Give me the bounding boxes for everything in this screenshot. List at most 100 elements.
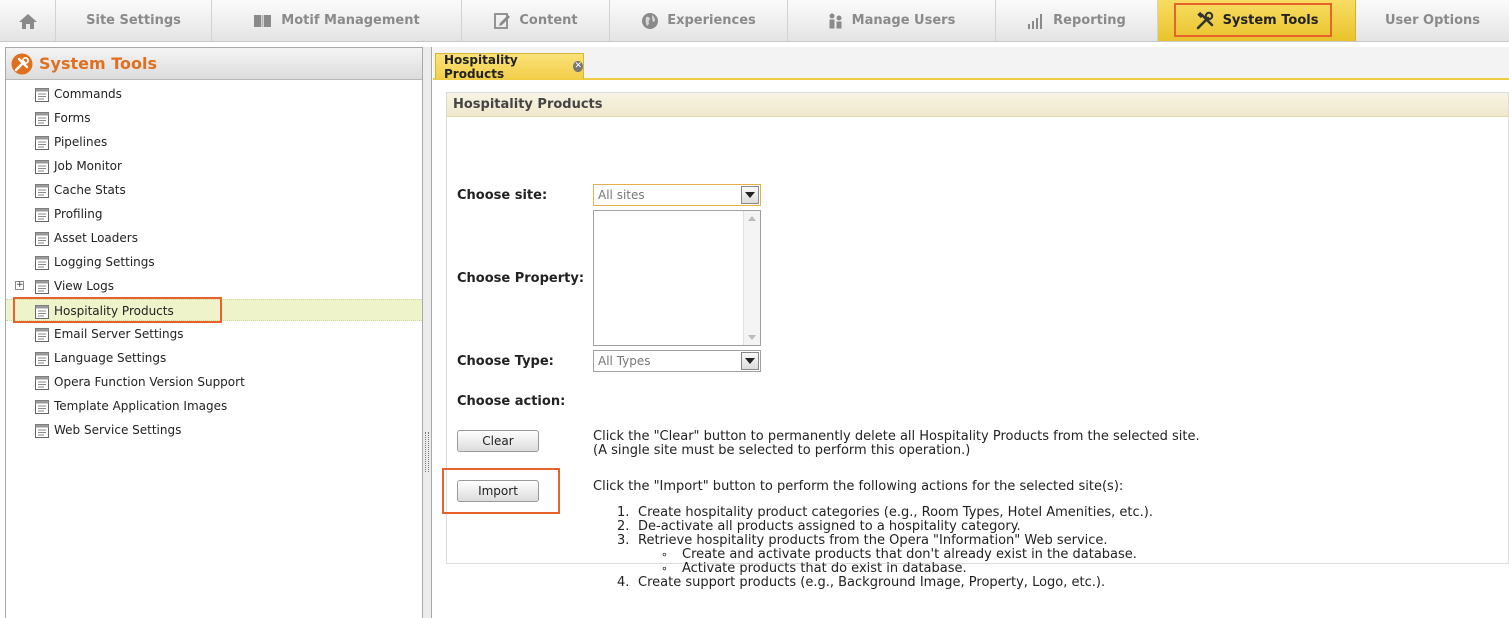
action-label: Choose action:	[457, 394, 566, 409]
document-icon	[34, 279, 50, 298]
nav-content[interactable]: Content	[462, 0, 610, 41]
nav-home[interactable]	[0, 0, 56, 41]
step-text: De-activate all products assigned to a h…	[638, 519, 1021, 534]
document-icon	[34, 183, 50, 202]
site-select-value: All sites	[598, 188, 645, 202]
sidebar-item-label: Job Monitor	[54, 159, 122, 173]
sidebar-item-language-settings[interactable]: Language Settings	[6, 347, 422, 369]
nav-label: Experiences	[667, 13, 756, 28]
tab-label: Hospitality Products	[444, 52, 518, 81]
nav-label: Content	[519, 13, 578, 28]
chevron-down-icon[interactable]	[741, 186, 759, 204]
document-icon	[34, 231, 50, 250]
chevron-down-icon[interactable]	[741, 352, 759, 370]
edit-icon	[494, 12, 511, 29]
document-icon	[34, 351, 50, 370]
nav-label: Site Settings	[86, 13, 181, 28]
step-number: 4.	[617, 575, 630, 590]
sidebar-item-profiling[interactable]: Profiling	[6, 203, 422, 225]
site-label: Choose site:	[457, 188, 548, 203]
property-listbox[interactable]	[593, 210, 761, 346]
top-navigation: Site Settings Motif Management Content E…	[0, 0, 1509, 42]
sidebar-item-asset-loaders[interactable]: Asset Loaders	[6, 227, 422, 249]
document-icon	[34, 159, 50, 178]
step-number: 3.	[617, 533, 630, 548]
site-select[interactable]: All sites	[593, 184, 761, 206]
document-icon	[34, 135, 50, 154]
sidebar-item-web-service-settings[interactable]: Web Service Settings	[6, 419, 422, 441]
sidebar-item-label: Opera Function Version Support	[54, 375, 245, 389]
sidebar-title: System Tools	[39, 54, 157, 73]
nav-label: User Options	[1385, 13, 1480, 28]
sidebar-item-commands[interactable]: Commands	[6, 83, 422, 105]
expand-icon[interactable]: +	[15, 281, 24, 290]
step-text: Activate products that do exist in datab…	[682, 561, 967, 576]
sidebar-panel: System Tools Commands Forms Pipelines Job M…	[5, 47, 423, 618]
sidebar-item-label: Email Server Settings	[54, 327, 184, 341]
step-number: ∘	[661, 548, 668, 561]
nav-user-options[interactable]: User Options	[1356, 0, 1509, 41]
type-label: Choose Type:	[457, 354, 554, 369]
step-number: 1.	[617, 505, 630, 520]
import-button[interactable]: Import	[457, 480, 539, 502]
listbox-scrollbar[interactable]	[743, 211, 760, 345]
globe-icon	[642, 12, 659, 29]
step-text: Create and activate products that don't …	[682, 547, 1137, 562]
document-icon	[34, 111, 50, 130]
property-label: Choose Property:	[457, 271, 585, 286]
document-icon	[34, 207, 50, 226]
nav-reporting[interactable]: Reporting	[996, 0, 1158, 41]
sidebar-tree: Commands Forms Pipelines Job Monitor Cache S…	[6, 81, 422, 501]
sidebar-item-opera-function-version-support[interactable]: Opera Function Version Support	[6, 371, 422, 393]
sidebar-item-label: Logging Settings	[54, 255, 155, 269]
sidebar-item-forms[interactable]: Forms	[6, 107, 422, 129]
step-item: 1. Create hospitality product categories …	[617, 506, 1317, 520]
import-steps-list: 1. Create hospitality product categories …	[617, 506, 1317, 590]
sidebar-item-template-application-images[interactable]: Template Application Images	[6, 395, 422, 417]
nav-site-settings[interactable]: Site Settings	[56, 0, 212, 41]
step-number: 2.	[617, 519, 630, 534]
nav-experiences[interactable]: Experiences	[610, 0, 788, 41]
sidebar-item-label: Pipelines	[54, 135, 108, 149]
sub-step-item: ∘ Create and activate products that don't…	[617, 548, 1317, 562]
sidebar-item-label: Profiling	[54, 207, 103, 221]
document-icon	[34, 375, 50, 394]
clear-button[interactable]: Clear	[457, 430, 539, 452]
sidebar-item-cache-stats[interactable]: Cache Stats	[6, 179, 422, 201]
sidebar-item-email-server-settings[interactable]: Email Server Settings	[6, 323, 422, 345]
import-description: Click the "Import" button to perform the…	[593, 479, 1124, 494]
sidebar-item-label: Asset Loaders	[54, 231, 138, 245]
section-title: Hospitality Products	[447, 93, 1508, 117]
nav-motif-management[interactable]: Motif Management	[212, 0, 462, 41]
sidebar-item-view-logs[interactable]: + View Logs	[6, 275, 422, 297]
selected-item-highlight	[13, 297, 222, 323]
sidebar-item-label: Cache Stats	[54, 183, 126, 197]
type-select[interactable]: All Types	[593, 350, 761, 372]
document-icon	[34, 423, 50, 442]
splitter-grip[interactable]	[425, 432, 429, 472]
close-icon[interactable]: ✕	[573, 61, 583, 72]
sidebar-item-pipelines[interactable]: Pipelines	[6, 131, 422, 153]
tab-hospitality-products[interactable]: Hospitality Products ✕	[435, 52, 584, 81]
scroll-down-icon[interactable]	[748, 335, 756, 340]
sidebar-item-job-monitor[interactable]: Job Monitor	[6, 155, 422, 177]
users-icon	[829, 13, 842, 28]
document-icon	[34, 327, 50, 346]
scroll-up-icon[interactable]	[748, 216, 756, 221]
bar-chart-icon	[1028, 13, 1043, 29]
document-icon	[34, 399, 50, 418]
main-panel: Hospitality Products ✕ Hospitality Produ…	[433, 47, 1509, 618]
nav-label: Motif Management	[281, 13, 420, 28]
clear-description-line-1: Click the "Clear" button to permanently …	[593, 429, 1200, 444]
step-item: 2. De-activate all products assigned to a…	[617, 520, 1317, 534]
step-item: 3. Retrieve hospitality products from the…	[617, 534, 1317, 548]
book-icon	[254, 14, 272, 27]
panel-splitter[interactable]	[423, 47, 432, 618]
sidebar-item-logging-settings[interactable]: Logging Settings	[6, 251, 422, 273]
sidebar-item-label: Commands	[54, 87, 122, 101]
type-select-value: All Types	[598, 354, 651, 368]
tools-icon	[11, 53, 33, 74]
nav-label: Reporting	[1053, 13, 1126, 28]
nav-system-tools[interactable]: System Tools	[1158, 0, 1356, 41]
nav-manage-users[interactable]: Manage Users	[788, 0, 996, 41]
